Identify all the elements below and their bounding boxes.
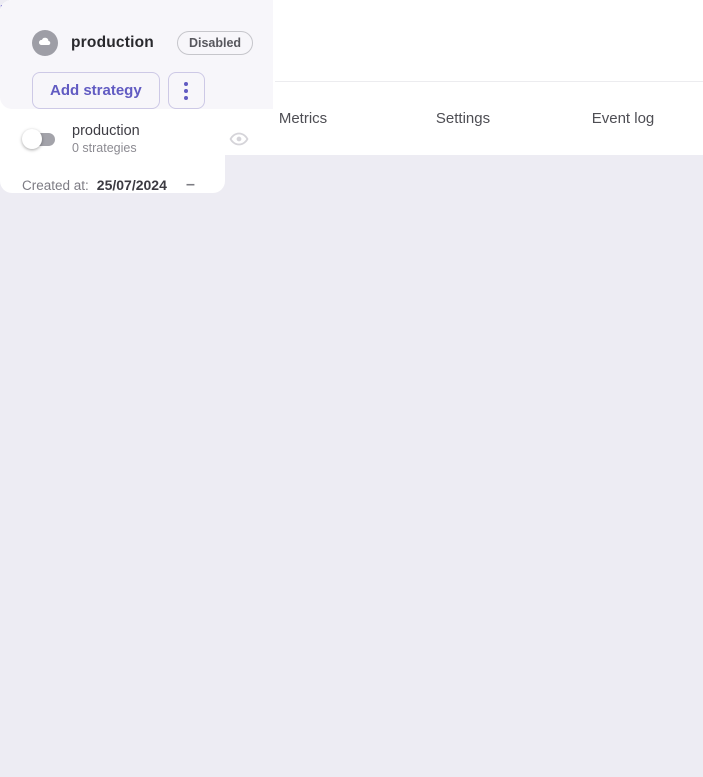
environment-panel-name: production (71, 34, 154, 52)
environment-strategy-count: 0 strategies (72, 141, 140, 155)
created-at-value: 25/07/2024 (97, 177, 167, 193)
environment-menu-button[interactable] (168, 72, 205, 109)
tab-settings[interactable]: Settings (383, 82, 543, 155)
cloud-icon (32, 30, 58, 56)
kebab-menu-icon (184, 82, 188, 86)
created-at-label: Created at: (22, 178, 89, 193)
toggle-thumb (22, 129, 42, 149)
add-strategy-button[interactable]: Add strategy (32, 72, 160, 109)
view-environment-button[interactable] (228, 128, 250, 150)
environment-name: production (72, 123, 140, 139)
production-environment-panel: production Disabled Add strategy (0, 0, 273, 109)
environment-toggle-row-production: production 0 strategies (0, 123, 272, 155)
production-panel-actions: Add strategy (0, 56, 273, 109)
disabled-chip: Disabled (177, 31, 253, 55)
created-at-row: Created at: 25/07/2024 – (0, 177, 225, 193)
tab-event-log[interactable]: Event log (543, 82, 703, 155)
production-toggle[interactable] (22, 129, 58, 149)
production-panel-header: production Disabled (0, 0, 273, 56)
eye-icon (228, 128, 250, 150)
collapse-details-button[interactable]: – (186, 177, 195, 193)
environment-labels: production 0 strategies (72, 123, 140, 155)
